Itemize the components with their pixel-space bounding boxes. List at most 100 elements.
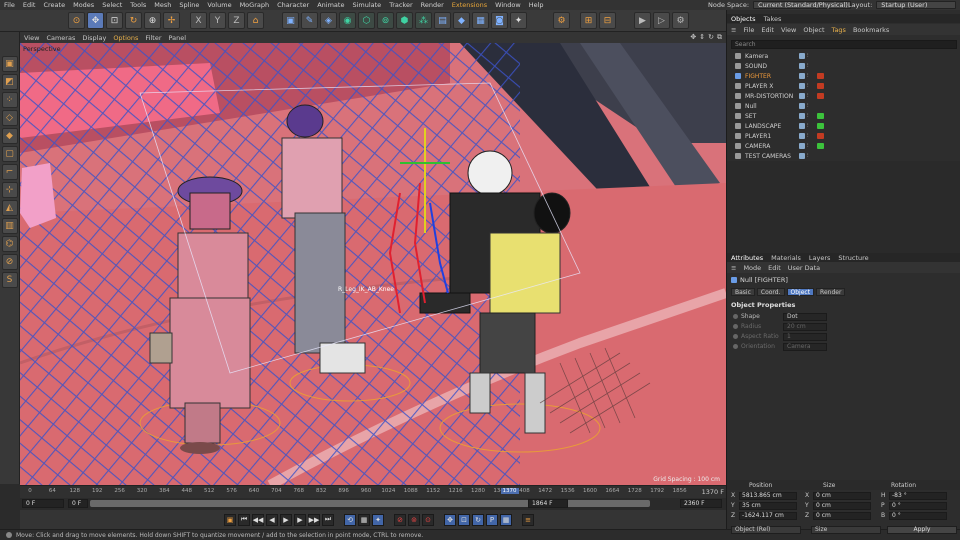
property-value[interactable]: 20 cm xyxy=(783,322,827,331)
objects-menu-bookmarks[interactable]: Bookmarks xyxy=(853,26,889,34)
render-visibility-dots-icon[interactable]: ⁝ xyxy=(807,143,809,149)
x-axis-lock-icon[interactable]: X xyxy=(190,12,207,29)
menu-select[interactable]: Select xyxy=(102,1,122,9)
scale-key-icon[interactable]: ⊡ xyxy=(458,513,470,526)
menu-mesh[interactable]: Mesh xyxy=(154,1,171,9)
light-icon[interactable]: ◆ xyxy=(453,12,470,29)
render-settings-icon[interactable]: ⚙ xyxy=(672,12,689,29)
mograph-icon[interactable]: ⁂ xyxy=(415,12,432,29)
visibility-checkbox-icon[interactable] xyxy=(799,133,805,139)
object-list-item[interactable]: SET ⁝ xyxy=(731,111,957,121)
menu-animate[interactable]: Animate xyxy=(317,1,344,9)
render-visibility-dots-icon[interactable]: ⁝ xyxy=(807,63,809,69)
volume-icon[interactable]: ⬢ xyxy=(396,12,413,29)
menu-tracker[interactable]: Tracker xyxy=(389,1,412,9)
cloner-icon[interactable]: ⬡ xyxy=(358,12,375,29)
attributes-menu-edit[interactable]: Edit xyxy=(768,264,781,272)
visibility-checkbox-icon[interactable] xyxy=(799,153,805,159)
menu-extensions[interactable]: Extensions xyxy=(452,1,487,9)
record-mode-icon[interactable]: ▣ xyxy=(224,513,236,526)
tab-attributes[interactable]: Attributes xyxy=(731,254,763,262)
workplane-icon[interactable]: ⊞ xyxy=(580,12,597,29)
attributes-menu-icon[interactable]: ≡ xyxy=(731,264,736,272)
tab-structure[interactable]: Structure xyxy=(838,254,868,262)
menu-help[interactable]: Help xyxy=(529,1,544,9)
object-tag-icon[interactable] xyxy=(817,133,824,139)
keyframe-selection-icon[interactable]: ⊙ xyxy=(422,513,434,526)
objects-menu-edit[interactable]: Edit xyxy=(761,26,774,34)
previous-frame-icon[interactable]: ◀ xyxy=(266,513,278,526)
dolly-icon[interactable]: ⇕ xyxy=(699,33,705,42)
visibility-checkbox-icon[interactable] xyxy=(799,53,805,59)
pla-key-icon[interactable]: ▦ xyxy=(500,513,512,526)
position-key-icon[interactable]: ✥ xyxy=(444,513,456,526)
menu-window[interactable]: Window xyxy=(495,1,521,9)
workplane-mode-icon[interactable]: ▥ xyxy=(1,218,18,234)
layout-select[interactable]: Startup (User) xyxy=(876,1,957,9)
uv-mode-icon[interactable]: ▢ xyxy=(1,146,18,162)
camera-icon[interactable]: ◙ xyxy=(491,12,508,29)
node-space-select[interactable]: Current (Standard/Physical) xyxy=(753,1,852,9)
rotation-field[interactable]: -83 ° xyxy=(889,492,947,500)
autokey-icon[interactable]: ⊚ xyxy=(408,513,420,526)
menu-file[interactable]: File xyxy=(4,1,15,9)
render-visibility-dots-icon[interactable]: ⁝ xyxy=(807,133,809,139)
animate-radio-icon[interactable] xyxy=(733,344,738,349)
animate-radio-icon[interactable] xyxy=(733,334,738,339)
visibility-checkbox-icon[interactable] xyxy=(799,103,805,109)
object-tag-icon[interactable] xyxy=(817,73,824,79)
objects-menu-icon[interactable]: ≡ xyxy=(731,26,736,34)
rotation-field[interactable]: 0 ° xyxy=(889,512,947,520)
render-visibility-dots-icon[interactable]: ⁝ xyxy=(807,53,809,59)
menu-create[interactable]: Create xyxy=(43,1,65,9)
scale-tool-icon[interactable]: ⊡ xyxy=(106,12,123,29)
viewport-menu-panel[interactable]: Panel xyxy=(169,34,187,42)
go-to-end-icon[interactable]: ⏭ xyxy=(322,513,334,526)
objects-menu-file[interactable]: File xyxy=(743,26,754,34)
floor-icon[interactable]: ▤ xyxy=(434,12,451,29)
subtab-object[interactable]: Object xyxy=(786,288,815,296)
object-list-item[interactable]: Kamera ⁝ xyxy=(731,51,957,61)
s-script-icon[interactable]: S xyxy=(1,272,18,288)
tab-objects[interactable]: Objects xyxy=(731,15,756,23)
viewport-menu-cameras[interactable]: Cameras xyxy=(46,34,75,42)
position-field[interactable]: 5813.865 cm xyxy=(739,492,797,500)
model-mode-icon[interactable]: ▣ xyxy=(1,56,18,72)
render-visibility-dots-icon[interactable]: ⁝ xyxy=(807,153,809,159)
maximize-icon[interactable]: ⧉ xyxy=(717,33,722,42)
render-view-icon[interactable]: ▶ xyxy=(634,12,651,29)
max-frame-field[interactable]: 2360 F xyxy=(680,499,722,508)
size-field[interactable]: 0 cm xyxy=(813,512,871,520)
visibility-checkbox-icon[interactable] xyxy=(799,143,805,149)
subtab-basic[interactable]: Basic xyxy=(731,288,755,296)
viewport-menu-display[interactable]: Display xyxy=(82,34,106,42)
objects-search-input[interactable]: Search xyxy=(731,40,957,49)
render-visibility-dots-icon[interactable]: ⁝ xyxy=(807,113,809,119)
menu-character[interactable]: Character xyxy=(277,1,309,9)
cube-object-icon[interactable]: ▣ xyxy=(282,12,299,29)
undo-icon[interactable]: ⊙ xyxy=(68,12,85,29)
play-icon[interactable]: ▶ xyxy=(280,513,292,526)
tweak-mode-icon[interactable]: ⊹ xyxy=(1,182,18,198)
points-mode-icon[interactable]: ⁘ xyxy=(1,92,18,108)
snap-toggle-icon[interactable]: ⌬ xyxy=(1,236,18,252)
property-value[interactable]: Dot xyxy=(783,312,827,321)
param-key-icon[interactable]: P xyxy=(486,513,498,526)
menu-spline[interactable]: Spline xyxy=(179,1,199,9)
next-key-icon[interactable]: ▶▶ xyxy=(308,513,320,526)
apply-button[interactable]: Apply xyxy=(887,526,957,534)
orbit-icon[interactable]: ↻ xyxy=(708,33,714,42)
symmetry-icon[interactable]: ⊟ xyxy=(599,12,616,29)
texture-mode-icon[interactable]: ◩ xyxy=(1,74,18,90)
preview-max-field[interactable]: 1864 F xyxy=(528,499,568,508)
render-visibility-dots-icon[interactable]: ⁝ xyxy=(807,123,809,129)
property-value[interactable]: 1 xyxy=(783,332,827,341)
menu-volume[interactable]: Volume xyxy=(207,1,231,9)
object-list-item[interactable]: MR-DISTORTION ⁝ xyxy=(731,91,957,101)
menu-edit[interactable]: Edit xyxy=(23,1,36,9)
grid-icon[interactable]: ▦ xyxy=(472,12,489,29)
viewport-menu-view[interactable]: View xyxy=(24,34,39,42)
visibility-checkbox-icon[interactable] xyxy=(799,93,805,99)
polygons-mode-icon[interactable]: ◆ xyxy=(1,128,18,144)
objects-menu-view[interactable]: View xyxy=(781,26,796,34)
